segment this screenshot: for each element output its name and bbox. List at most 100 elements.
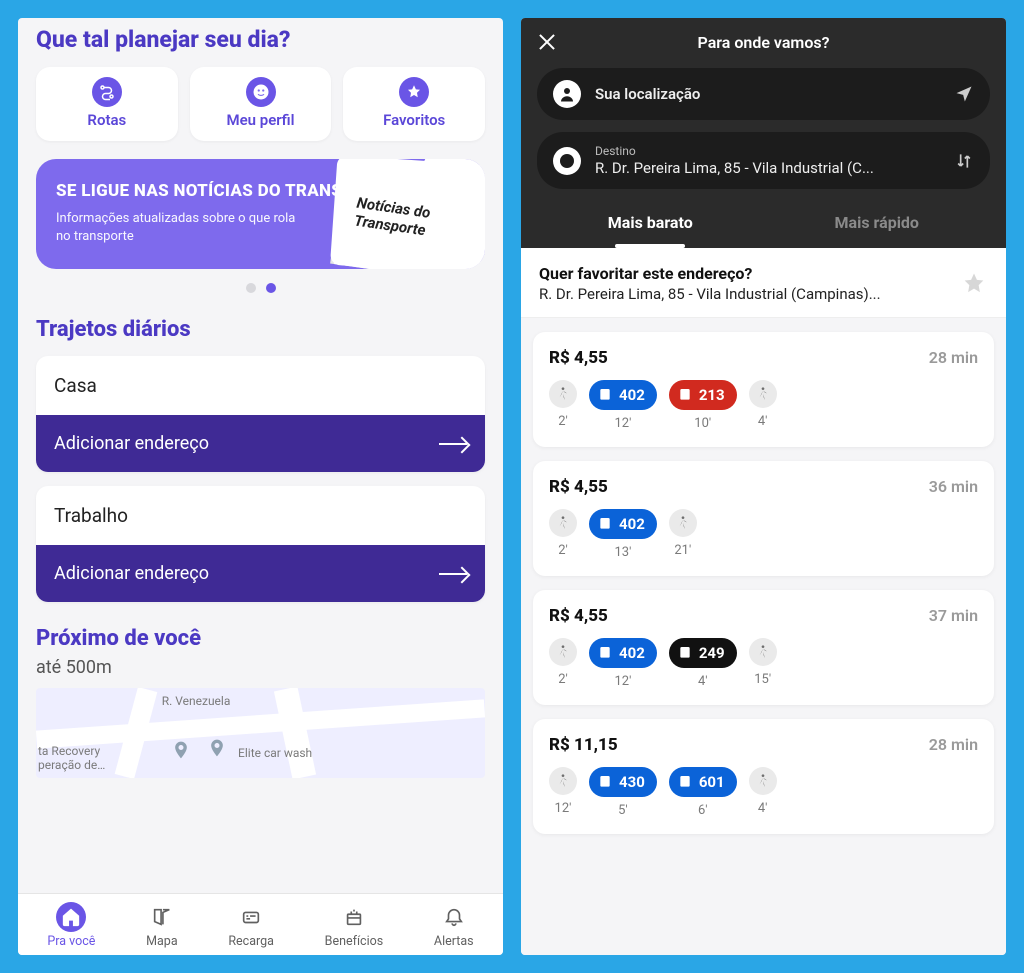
chip-label: Favoritos <box>383 111 445 129</box>
step-time: 21' <box>674 543 691 558</box>
quick-chips: Rotas Meu perfil Favoritos <box>36 67 485 141</box>
map-pin-icon <box>171 740 191 766</box>
map-label: R. Venezuela <box>162 694 231 708</box>
tab-mais-barato[interactable]: Mais barato <box>537 201 764 248</box>
phone-routes: Para onde vamos? Sua localização Destino… <box>521 18 1006 955</box>
chip-favoritos[interactable]: Favoritos <box>343 67 485 141</box>
add-address-text: Adicionar endereço <box>54 563 209 584</box>
bus-line-pill: 402 <box>589 638 657 668</box>
route-price: R$ 4,55 <box>549 348 608 368</box>
nav-label: Alertas <box>434 934 474 949</box>
bus-line-pill: 402 <box>589 509 657 539</box>
nav-benefícios[interactable]: Benefícios <box>325 902 384 949</box>
step-walk: 4' <box>749 380 777 429</box>
step-walk: 15' <box>749 638 777 687</box>
step-walk: 21' <box>669 509 697 558</box>
bus-line-number: 213 <box>699 386 725 404</box>
near-heading: Próximo de você <box>36 626 485 651</box>
carousel-dots[interactable] <box>36 283 485 293</box>
route-steps: 12'4305'6016'4' <box>549 767 978 818</box>
trajeto-card: Trabalho Adicionar endereço <box>36 486 485 602</box>
walk-icon <box>549 380 577 408</box>
walk-icon <box>749 638 777 666</box>
bus-line-number: 430 <box>619 773 645 791</box>
star-icon <box>399 77 429 107</box>
nav-alertas[interactable]: Alertas <box>434 902 474 949</box>
close-icon[interactable] <box>537 32 557 52</box>
map-label: Elite car wash <box>238 746 312 760</box>
header-title: Para onde vamos? <box>557 33 970 52</box>
newspaper-text: Notícias do Transporte <box>339 192 485 249</box>
bus-line-pill: 213 <box>669 380 737 410</box>
step-time: 4' <box>758 801 768 816</box>
step-bus: 40212' <box>589 380 657 431</box>
search-header: Para onde vamos? Sua localização Destino… <box>521 18 1006 248</box>
trajeto-label: Casa <box>36 356 485 415</box>
route-card[interactable]: R$ 4,55 28 min 2'40212' 213 10' 4' <box>533 332 994 447</box>
step-bus: 402 12' <box>589 638 657 689</box>
news-banner[interactable]: SE LIGUE NAS NOTÍCIAS DO TRANSPORTE Info… <box>36 159 485 269</box>
route-icon <box>92 77 122 107</box>
nav-pra-você[interactable]: Pra você <box>47 902 95 949</box>
near-distance: até 500m <box>36 657 485 678</box>
step-time: 6' <box>698 803 708 818</box>
step-walk: 2' <box>549 380 577 429</box>
nav-label: Pra você <box>47 934 95 949</box>
step-bus: 40213' <box>589 509 657 560</box>
fav-address: R. Dr. Pereira Lima, 85 - Vila Industria… <box>539 285 950 303</box>
step-time: 10' <box>694 416 711 431</box>
destination-pill[interactable]: Destino R. Dr. Pereira Lima, 85 - Vila I… <box>537 132 990 189</box>
results-area[interactable]: Quer favoritar este endereço? R. Dr. Per… <box>521 248 1006 955</box>
bus-line-number: 601 <box>699 773 725 791</box>
destination-dot-icon <box>553 147 581 175</box>
chip-rotas[interactable]: Rotas <box>36 67 178 141</box>
step-bus: 213 10' <box>669 380 737 431</box>
nav-icon <box>56 902 86 932</box>
step-time: 4' <box>698 674 708 689</box>
route-card[interactable]: R$ 4,5537 min2'40212'2494'15' <box>533 590 994 705</box>
step-walk: 2' <box>549 638 577 687</box>
dot[interactable] <box>246 283 256 293</box>
walk-icon <box>549 509 577 537</box>
nav-icon <box>147 902 177 932</box>
nav-mapa[interactable]: Mapa <box>146 902 178 949</box>
trajeto-card: Casa Adicionar endereço <box>36 356 485 472</box>
route-card[interactable]: R$ 4,5536 min2'40213'21' <box>533 461 994 576</box>
bus-line-number: 402 <box>619 644 645 662</box>
route-steps: 2'40212' 213 10' 4' <box>549 380 978 431</box>
step-time: 15' <box>754 672 771 687</box>
star-outline-icon[interactable] <box>960 270 988 298</box>
dot-active[interactable] <box>266 283 276 293</box>
map-label: ta Recovery peração de… <box>38 744 118 772</box>
locate-icon[interactable] <box>954 84 974 104</box>
walk-icon <box>749 380 777 408</box>
step-time: 4' <box>758 414 768 429</box>
fav-title: Quer favoritar este endereço? <box>539 264 950 283</box>
chip-perfil[interactable]: Meu perfil <box>190 67 332 141</box>
home-scroll[interactable]: Que tal planejar seu dia? Rotas Meu perf… <box>18 18 503 893</box>
bus-line-pill: 601 <box>669 767 737 797</box>
add-address-button[interactable]: Adicionar endereço <box>36 415 485 472</box>
nearby-map[interactable]: R. Venezuela ta Recovery peração de… Eli… <box>36 688 485 778</box>
walk-icon <box>549 638 577 666</box>
nav-icon <box>439 902 469 932</box>
walk-icon <box>749 767 777 795</box>
add-address-button[interactable]: Adicionar endereço <box>36 545 485 602</box>
origin-label: Sua localização <box>595 85 940 103</box>
arrow-right-icon <box>439 573 467 575</box>
bus-line-number: 402 <box>619 386 645 404</box>
trajetos-heading: Trajetos diários <box>36 317 485 342</box>
nav-icon <box>236 902 266 932</box>
person-icon <box>553 80 581 108</box>
step-walk: 4' <box>749 767 777 816</box>
step-time: 12' <box>614 674 631 689</box>
favorite-prompt[interactable]: Quer favoritar este endereço? R. Dr. Per… <box>521 248 1006 318</box>
route-duration: 28 min <box>929 348 978 368</box>
swap-icon[interactable] <box>954 151 974 171</box>
tab-mais-rápido[interactable]: Mais rápido <box>764 201 991 248</box>
route-card[interactable]: R$ 11,1528 min12'4305'6016'4' <box>533 719 994 834</box>
nav-recarga[interactable]: Recarga <box>228 902 274 949</box>
route-price: R$ 4,55 <box>549 606 608 626</box>
step-bus: 601 6' <box>669 767 737 818</box>
origin-pill[interactable]: Sua localização <box>537 68 990 120</box>
